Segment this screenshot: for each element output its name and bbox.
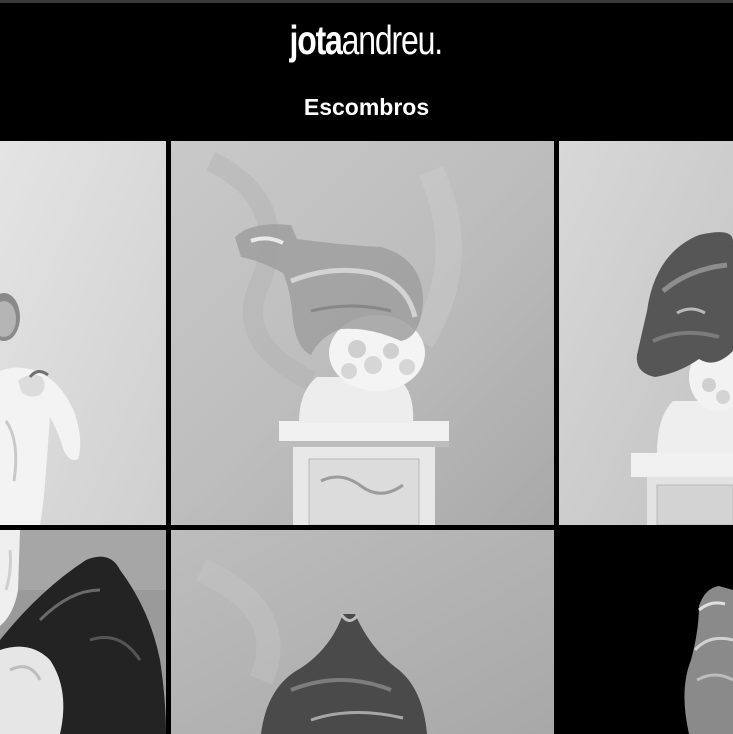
gallery-item-5[interactable] (171, 530, 554, 734)
gallery-item-1[interactable] (0, 141, 166, 525)
statue-photo-4 (0, 530, 166, 734)
top-border (0, 0, 733, 3)
page-title: Escombros (303, 94, 430, 120)
logo-light-text: andreu (341, 17, 436, 63)
statue-photo-5 (171, 530, 554, 734)
statue-photo-2 (171, 141, 554, 525)
photo-gallery (0, 141, 733, 734)
statue-photo-1 (0, 141, 166, 525)
statue-photo-6 (559, 530, 733, 734)
logo-bold-text: jota (289, 17, 342, 63)
logo-dot: . (434, 17, 443, 63)
gallery-item-6[interactable] (559, 530, 733, 734)
gallery-item-3[interactable] (559, 141, 733, 525)
site-header: jotaandreu. Escombros (0, 0, 733, 141)
gallery-item-2[interactable] (171, 141, 554, 525)
site-logo[interactable]: jotaandreu. (80, 14, 652, 66)
gallery-item-4[interactable] (0, 530, 166, 734)
statue-photo-3 (559, 141, 733, 525)
